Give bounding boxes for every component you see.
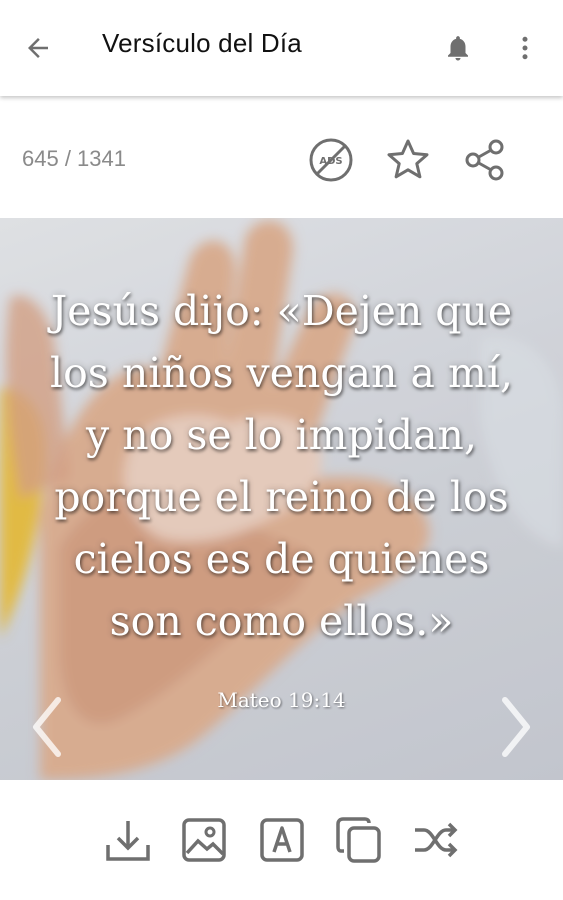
text-format-icon <box>260 818 304 862</box>
edit-background-button[interactable] <box>178 814 230 866</box>
bell-icon <box>448 36 468 61</box>
chevron-left-icon <box>33 697 61 757</box>
download-button[interactable] <box>102 814 154 866</box>
image-icon <box>182 818 226 862</box>
overflow-menu-button[interactable] <box>507 30 543 66</box>
verse-line: cielos es de quienes <box>73 535 490 583</box>
share-icon <box>465 139 504 181</box>
verse-line: porque el reino de los <box>54 473 509 521</box>
star-icon <box>387 139 429 179</box>
verse-reference: Mateo 19:14 <box>217 688 346 712</box>
favorite-button[interactable] <box>382 134 434 186</box>
copy-icon <box>336 817 381 863</box>
verse-line: y no se lo impidan, <box>86 411 477 459</box>
verse-line: son como ellos.» <box>109 597 454 645</box>
more-vert-icon <box>522 36 528 60</box>
verse-text: Jesús dijo: «Dejen que los niños vengan … <box>20 280 543 652</box>
download-icon <box>106 821 150 861</box>
verse-counter: 645 / 1341 <box>22 146 126 171</box>
svg-text:ADS: ADS <box>319 156 342 167</box>
shuffle-icon <box>415 822 458 858</box>
verse-line: Jesús dijo: «Dejen que <box>50 287 513 335</box>
notifications-button[interactable] <box>440 30 476 66</box>
verse-image[interactable]: Jesús dijo: «Dejen que los niños vengan … <box>0 218 563 780</box>
remove-ads-button[interactable]: ADS <box>305 134 357 186</box>
copy-button[interactable] <box>333 814 385 866</box>
remove-ads-icon: ADS <box>309 138 353 182</box>
arrow-left-icon <box>28 38 48 58</box>
chevron-right-icon <box>502 697 530 757</box>
page-title: Versículo del Día <box>102 28 302 58</box>
verse-toolbar: 645 / 1341 ADS <box>0 110 563 206</box>
bottom-toolbar <box>0 790 563 900</box>
edit-text-button[interactable] <box>256 814 308 866</box>
back-button[interactable] <box>20 30 56 66</box>
app-bar: Versículo del Día <box>0 0 563 96</box>
next-verse-button[interactable] <box>491 692 541 762</box>
random-verse-button[interactable] <box>410 814 462 866</box>
verse-line: los niños vengan a mí, <box>49 349 513 397</box>
share-button[interactable] <box>459 134 511 186</box>
previous-verse-button[interactable] <box>22 692 72 762</box>
